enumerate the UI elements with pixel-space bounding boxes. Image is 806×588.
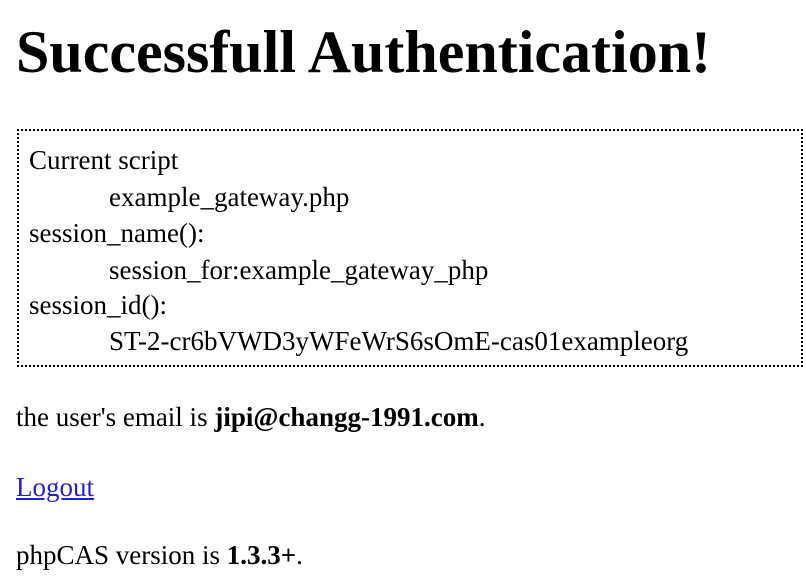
email-prefix: the user's email is	[16, 402, 215, 432]
page-title: Successfull Authentication!	[16, 19, 712, 85]
email-suffix: .	[478, 402, 486, 432]
version-line: phpCAS version is 1.3.3+.	[16, 542, 303, 569]
current-script-label: Current script	[29, 145, 179, 175]
version-suffix: .	[296, 540, 303, 570]
session-name-label: session_name():	[29, 218, 205, 248]
session-name-value: session_for:example_gateway_php	[109, 255, 489, 285]
session-id-label: session_id():	[29, 290, 167, 320]
phpcas-version: 1.3.3+	[226, 540, 297, 570]
session-id-value: ST-2-cr6bVWD3yWFeWrS6sOmE-cas01exampleor…	[109, 326, 689, 356]
logout-line: Logout	[16, 474, 94, 501]
session-info-box: Current script example_gateway.php sessi…	[17, 129, 803, 367]
current-script-value: example_gateway.php	[109, 182, 350, 212]
logout-link[interactable]: Logout	[16, 472, 94, 502]
version-prefix: phpCAS version is	[16, 540, 227, 570]
user-email-line: the user's email is jipi@changg-1991.com…	[16, 404, 485, 431]
page: Successfull Authentication! Current scri…	[0, 0, 806, 588]
user-email: jipi@changg-1991.com	[214, 402, 479, 432]
